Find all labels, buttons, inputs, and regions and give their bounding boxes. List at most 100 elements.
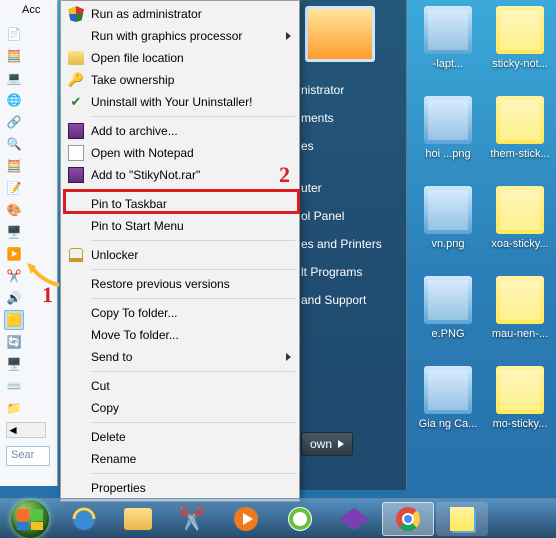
start-item[interactable]: es (295, 132, 406, 160)
list-item[interactable]: ✂️ (4, 266, 24, 286)
list-item[interactable]: 📁 (4, 398, 24, 418)
list-item[interactable]: 📄 (4, 24, 24, 44)
list-item[interactable]: ⌨️ (4, 376, 24, 396)
desktop-icon-label: sticky-not... (484, 58, 556, 70)
taskbar-ie[interactable] (58, 502, 110, 536)
taskbar-stickynotes[interactable] (436, 502, 488, 536)
start-item[interactable]: es and Printers (295, 230, 406, 258)
menu-item-pin-to-start-menu[interactable]: Pin to Start Menu (63, 215, 297, 237)
desktop-icon[interactable]: mo-sticky... (484, 366, 556, 430)
taskbar-coccoc[interactable] (274, 502, 326, 536)
note-icon (67, 144, 85, 162)
desktop-icon[interactable]: -lapt... (412, 6, 484, 70)
menu-item-unlocker[interactable]: Unlocker (63, 244, 297, 266)
menu-item-pin-to-taskbar[interactable]: Pin to Taskbar (63, 193, 297, 215)
menu-item-label: Open file location (91, 51, 184, 65)
desktop-icon[interactable]: e.PNG (412, 276, 484, 340)
list-item[interactable]: 🔗 (4, 112, 24, 132)
start-menu-right-column: nistrator ments es uter ol Panel es and … (295, 0, 407, 490)
taskbar-wmp[interactable] (220, 502, 272, 536)
start-item[interactable]: ol Panel (295, 202, 406, 230)
start-user-picture[interactable] (305, 6, 375, 62)
start-item[interactable]: ments (295, 104, 406, 132)
app-icon: ✔ (67, 93, 85, 111)
menu-item-take-ownership[interactable]: 🔑 Take ownership (63, 69, 297, 91)
taskbar-explorer[interactable] (112, 502, 164, 536)
windows-orb-icon (11, 500, 49, 538)
desktop-icon[interactable]: sticky-not... (484, 6, 556, 70)
shutdown-label: own (310, 437, 332, 451)
menu-item-properties[interactable]: Properties (63, 477, 297, 499)
menu-item-label: Run with graphics processor (91, 29, 242, 43)
explorer-title: Acc (22, 4, 40, 16)
taskbar-video[interactable] (328, 502, 380, 536)
start-item[interactable]: and Support (295, 286, 406, 314)
list-item[interactable]: 🔍 (4, 134, 24, 154)
menu-item-delete[interactable]: Delete (63, 426, 297, 448)
desktop-icon[interactable]: hoi ...png (412, 96, 484, 160)
menu-item-label: Unlocker (91, 248, 138, 262)
menu-item-run-with-graphics-processor[interactable]: Run with graphics processor (63, 25, 297, 47)
shutdown-button[interactable]: own (301, 432, 353, 456)
key-icon: 🔑 (67, 71, 85, 89)
menu-item-restore-previous-versions[interactable]: Restore previous versions (63, 273, 297, 295)
desktop-icon[interactable]: vn.png (412, 186, 484, 250)
chrome-icon (394, 505, 422, 533)
menu-item-send-to[interactable]: Send to (63, 346, 297, 368)
shield-icon (67, 5, 85, 23)
desktop-icon[interactable]: xoa-sticky... (484, 186, 556, 250)
menu-item-move-to-folder[interactable]: Move To folder... (63, 324, 297, 346)
menu-item-add-to-archive[interactable]: Add to archive... (63, 120, 297, 142)
menu-separator (91, 189, 295, 190)
list-item[interactable]: 🖥️ (4, 354, 24, 374)
menu-item-rename[interactable]: Rename (63, 448, 297, 470)
menu-item-run-as-administrator[interactable]: Run as administrator (63, 3, 297, 25)
list-item[interactable]: 📝 (4, 178, 24, 198)
desktop-icon-label: -lapt... (412, 58, 484, 70)
menu-item-label: Run as administrator (91, 7, 202, 21)
menu-item-label: Add to archive... (91, 124, 178, 138)
menu-separator (91, 371, 295, 372)
menu-item-open-with-notepad[interactable]: Open with Notepad (63, 142, 297, 164)
desktop-icon-label: mau-nen-... (484, 328, 556, 340)
scrollbar[interactable]: ◄ (6, 422, 46, 438)
explorer-window-strip: Acc 📄 🧮 💻 🌐 🔗 🔍 🧮 📝 🎨 🖥️ ▶️ ✂️ 🔊 🟨 🔄 🖥️ … (0, 0, 58, 486)
start-item[interactable] (295, 160, 406, 174)
list-item[interactable]: ▶️ (4, 244, 24, 264)
list-item[interactable]: 🖥️ (4, 222, 24, 242)
start-button[interactable] (4, 502, 56, 536)
taskbar-snipping[interactable]: ✂️ (166, 502, 218, 536)
desktop-icon[interactable]: mau-nen-... (484, 276, 556, 340)
menu-item-uninstall-with-your-uninstaller[interactable]: ✔Uninstall with Your Uninstaller! (63, 91, 297, 113)
list-item[interactable]: 🧮 (4, 46, 24, 66)
list-item[interactable]: 🔄 (4, 332, 24, 352)
start-item[interactable]: uter (295, 174, 406, 202)
taskbar-chrome[interactable] (382, 502, 434, 536)
menu-item-label: Properties (91, 481, 146, 495)
menu-item-copy-to-folder[interactable]: Copy To folder... (63, 302, 297, 324)
list-item-selected[interactable]: 🟨 (4, 310, 24, 330)
menu-item-copy[interactable]: Copy (63, 397, 297, 419)
taskbar: ✂️ (0, 498, 556, 538)
menu-item-label: Copy To folder... (91, 306, 178, 320)
list-item[interactable]: 🔊 (4, 288, 24, 308)
menu-item-open-file-location[interactable]: Open file location (63, 47, 297, 69)
menu-item-cut[interactable]: Cut (63, 375, 297, 397)
ie-icon (70, 505, 98, 533)
menu-item-label: Add to "StikyNot.rar" (91, 168, 200, 182)
menu-separator (91, 269, 295, 270)
start-item[interactable]: lt Programs (295, 258, 406, 286)
list-item[interactable]: 🎨 (4, 200, 24, 220)
list-item[interactable]: 🌐 (4, 90, 24, 110)
menu-item-label: Take ownership (91, 73, 174, 87)
menu-item-add-to-stikynot-rar[interactable]: Add to "StikyNot.rar" (63, 164, 297, 186)
menu-item-label: Rename (91, 452, 136, 466)
desktop-icon-label: xoa-sticky... (484, 238, 556, 250)
list-item[interactable]: 🧮 (4, 156, 24, 176)
list-item[interactable]: 💻 (4, 68, 24, 88)
desktop-icon[interactable]: them-stick... (484, 96, 556, 160)
start-item[interactable]: nistrator (295, 76, 406, 104)
desktop-icon-label: Gia ng Ca... (412, 418, 484, 430)
search-input[interactable]: Sear (6, 446, 50, 466)
desktop-icon[interactable]: Gia ng Ca... (412, 366, 484, 430)
